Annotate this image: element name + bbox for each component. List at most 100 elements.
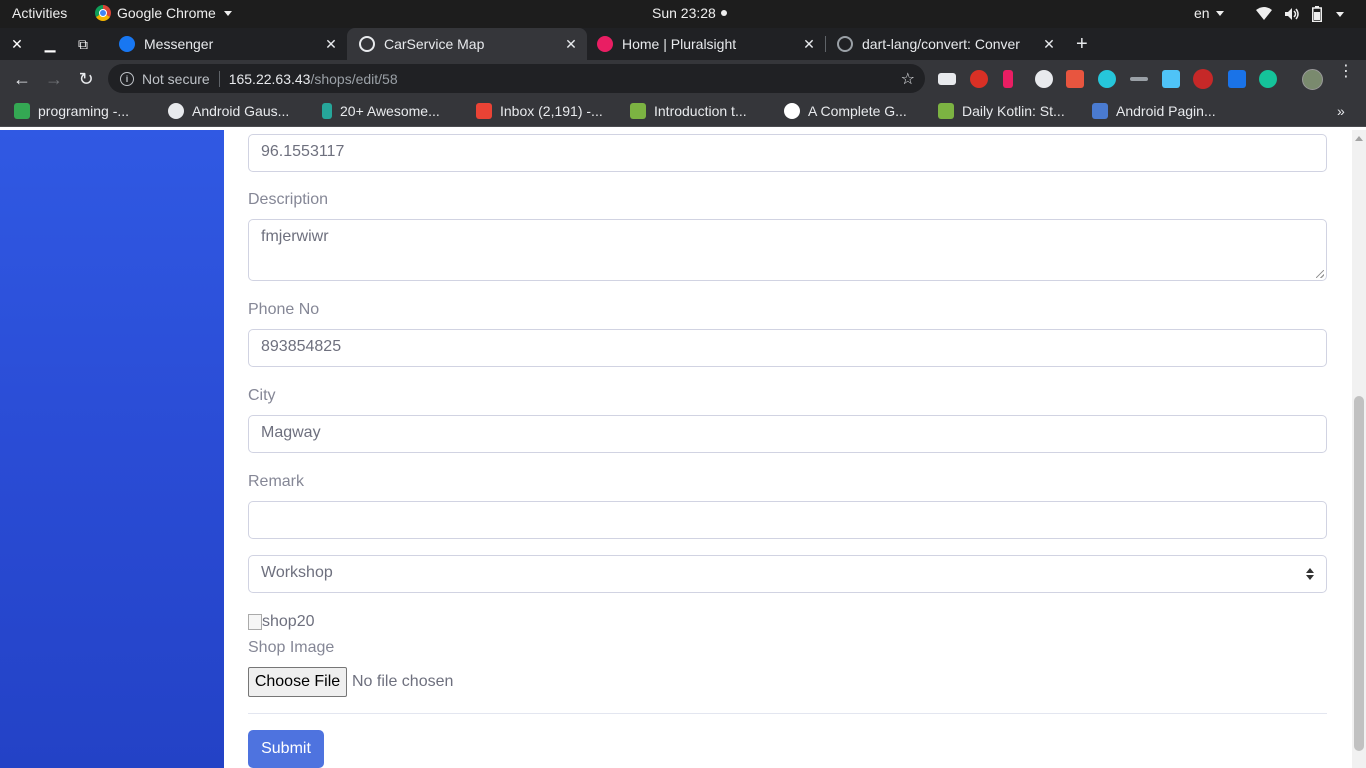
bookmark-item[interactable]: Introduction t... xyxy=(630,103,747,119)
chevron-down-icon xyxy=(1215,10,1224,16)
scrollbar-thumb[interactable] xyxy=(1354,396,1364,751)
gmail-icon xyxy=(476,103,492,119)
city-field[interactable]: Magway xyxy=(248,415,1327,453)
shop-type-select[interactable]: Workshop xyxy=(248,555,1327,593)
language-label: en xyxy=(1194,5,1210,21)
bookmark-label: Daily Kotlin: St... xyxy=(962,103,1065,119)
book-extension-icon[interactable] xyxy=(1066,70,1084,88)
url-path: /shops/edit/58 xyxy=(310,70,398,87)
shop-type-value: Workshop xyxy=(261,564,333,581)
tab-close-icon[interactable]: ✕ xyxy=(801,36,817,53)
bookmark-label: Android Gaus... xyxy=(192,103,290,119)
description-value: fmjerwiwr xyxy=(261,228,329,245)
tab-close-icon[interactable]: ✕ xyxy=(1041,36,1057,53)
tab-close-icon[interactable]: ✕ xyxy=(563,36,579,53)
tab-title: CarService Map xyxy=(384,36,485,52)
pen-extension-icon[interactable] xyxy=(1130,77,1148,81)
phone-label: Phone No xyxy=(248,301,320,318)
tab-pluralsight[interactable]: Home | Pluralsight ✕ xyxy=(585,28,825,60)
chevron-down-icon xyxy=(1336,11,1344,17)
broken-image-icon xyxy=(248,614,262,630)
language-selector[interactable]: en xyxy=(1194,5,1224,21)
battery-icon xyxy=(1312,6,1322,22)
clock-label: Sun 23:28 xyxy=(652,5,716,21)
bookmark-item[interactable]: Android Gaus... xyxy=(168,103,289,119)
forward-icon[interactable]: → xyxy=(44,69,64,89)
github-icon xyxy=(837,36,853,52)
bookmark-item[interactable]: programing -... xyxy=(14,103,129,119)
info-icon[interactable]: i xyxy=(120,71,134,86)
shop-image-alt: shop20 xyxy=(262,613,315,630)
scroll-up-icon[interactable] xyxy=(1355,136,1363,141)
bookmark-label: A Complete G... xyxy=(808,103,907,119)
profile-avatar[interactable] xyxy=(1302,69,1323,90)
url-host: 165.22.63.43 xyxy=(228,70,311,87)
new-tab-button[interactable]: + xyxy=(1076,34,1088,54)
tab-messenger[interactable]: Messenger ✕ xyxy=(107,28,347,60)
remark-label: Remark xyxy=(248,473,305,490)
omnibox-divider xyxy=(218,70,220,87)
resize-handle-icon[interactable] xyxy=(1316,270,1324,278)
site-icon xyxy=(322,103,332,119)
bookmark-item[interactable]: 20+ Awesome... xyxy=(322,103,440,119)
page-viewport: 96.1553117 Description fmjerwiwr Phone N… xyxy=(0,130,1366,768)
submit-button[interactable]: Submit xyxy=(248,730,324,768)
description-label: Description xyxy=(248,191,329,208)
security-label[interactable]: Not secure xyxy=(142,71,210,87)
bookmark-star-icon[interactable]: ☆ xyxy=(901,69,915,89)
divider xyxy=(248,713,1327,714)
reload-icon[interactable]: ↻ xyxy=(76,69,96,89)
keyboard-extension-icon[interactable] xyxy=(938,73,956,85)
bookmark-item[interactable]: Inbox (2,191) -... xyxy=(476,103,603,119)
sidebar xyxy=(0,130,224,768)
clock[interactable]: Sun 23:28 xyxy=(652,5,727,21)
globe-icon xyxy=(359,36,375,52)
volume-icon xyxy=(1285,8,1299,20)
code-extension-icon[interactable] xyxy=(1035,70,1053,88)
phone-field[interactable]: 893854825 xyxy=(248,329,1327,367)
tool-extension-icon[interactable] xyxy=(1228,70,1246,88)
drive-icon xyxy=(14,103,30,119)
bookmark-item[interactable]: Android Pagin... xyxy=(1092,103,1216,119)
menu-kebab-icon[interactable]: ⋮ xyxy=(1338,64,1354,80)
tab-close-icon[interactable]: ✕ xyxy=(323,36,339,53)
tab-github-dart-convert[interactable]: dart-lang/convert: Conver ✕ xyxy=(825,28,1065,60)
remark-field[interactable] xyxy=(248,501,1327,539)
shop-image: shop20 xyxy=(248,613,315,631)
bookmark-label: Android Pagin... xyxy=(1116,103,1216,119)
pluralsight-icon xyxy=(597,36,613,52)
back-icon[interactable]: ← xyxy=(12,69,32,89)
window-restore-icon[interactable]: ⧉ xyxy=(75,36,91,52)
messenger-icon xyxy=(119,36,135,52)
adblock-extension-icon[interactable] xyxy=(970,70,988,88)
grammarly-icon[interactable] xyxy=(1259,70,1277,88)
system-status-area[interactable] xyxy=(1256,6,1344,22)
network-extension-icon[interactable] xyxy=(1098,70,1116,88)
blocked-extension-icon[interactable] xyxy=(1193,69,1213,89)
wifi-icon xyxy=(1256,7,1272,20)
notification-dot-icon xyxy=(720,10,727,16)
window-minimize-icon[interactable]: ▁ xyxy=(42,36,58,52)
bookmarks-overflow-icon[interactable]: » xyxy=(1337,103,1345,119)
description-field[interactable]: fmjerwiwr xyxy=(248,219,1327,281)
longitude-field[interactable]: 96.1553117 xyxy=(248,134,1327,172)
bookmark-item[interactable]: A Complete G... xyxy=(784,103,907,119)
tab-carservice-map[interactable]: CarService Map ✕ xyxy=(347,28,587,60)
bookmark-item[interactable]: Daily Kotlin: St... xyxy=(938,103,1065,119)
flutter-extension-icon[interactable] xyxy=(1162,70,1180,88)
chrome-icon xyxy=(95,5,111,21)
city-label: City xyxy=(248,387,276,404)
shop-image-label: Shop Image xyxy=(248,639,335,656)
medium-icon xyxy=(784,103,800,119)
tab-strip: ✕ ▁ ⧉ Messenger ✕ CarService Map ✕ Home … xyxy=(0,28,1366,60)
android-icon xyxy=(630,103,646,119)
choose-file-button[interactable]: Choose File xyxy=(248,667,347,697)
address-bar[interactable]: i Not secure 165.22.63.43 /shops/edit/58… xyxy=(108,64,925,93)
page-scrollbar[interactable] xyxy=(1352,130,1366,768)
feather-extension-icon[interactable] xyxy=(1003,70,1013,88)
app-menu[interactable]: Google Chrome xyxy=(95,5,232,21)
site-icon xyxy=(1092,103,1108,119)
activities-button[interactable]: Activities xyxy=(12,5,67,21)
window-close-icon[interactable]: ✕ xyxy=(9,36,25,52)
select-arrows-icon xyxy=(1306,568,1314,580)
